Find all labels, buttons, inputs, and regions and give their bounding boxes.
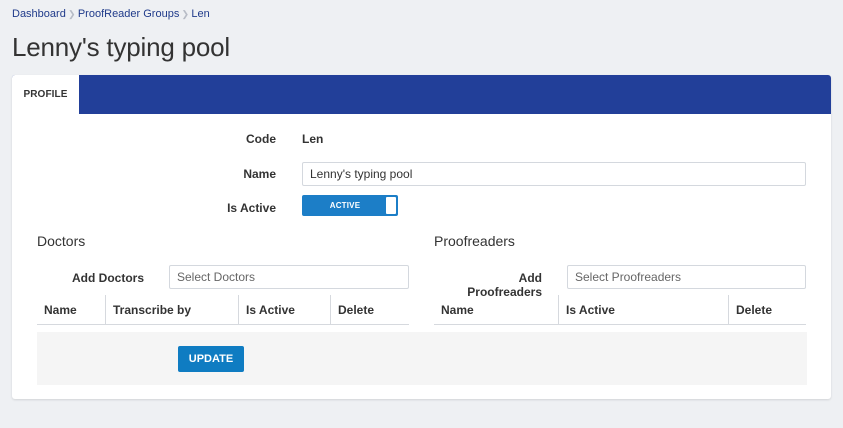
column-header-delete[interactable]: Delete (729, 295, 806, 325)
column-header-delete[interactable]: Delete (331, 295, 409, 325)
name-label: Name (243, 167, 276, 181)
column-header-transcribe-by[interactable]: Transcribe by (106, 295, 239, 325)
doctors-heading: Doctors (37, 233, 86, 249)
code-label: Code (246, 132, 276, 146)
toggle-state-text: ACTIVE (329, 201, 361, 210)
page-title: Lenny's typing pool (12, 32, 230, 62)
column-header-is-active[interactable]: Is Active (239, 295, 331, 325)
proofreaders-table-header: Name Is Active Delete (434, 295, 806, 325)
is-active-toggle[interactable]: ACTIVE (302, 195, 398, 216)
breadcrumb-link-proofreader-groups[interactable]: ProofReader Groups (78, 8, 180, 20)
breadcrumb-link-current[interactable]: Len (191, 8, 209, 20)
toggle-knob[interactable] (386, 197, 396, 214)
chevron-right-icon: ❯ (181, 8, 190, 19)
select-doctors-input[interactable] (169, 265, 409, 289)
doctors-table-header: Name Transcribe by Is Active Delete (37, 295, 409, 325)
select-proofreaders-input[interactable] (567, 265, 806, 289)
profile-panel: PROFILE Code Len Name Is Active ACTIVE D… (12, 75, 831, 399)
breadcrumb: Dashboard ❯ ProofReader Groups ❯ Len (12, 6, 210, 22)
column-header-name[interactable]: Name (37, 295, 106, 325)
name-input[interactable] (302, 162, 806, 186)
breadcrumb-link-dashboard[interactable]: Dashboard (12, 8, 66, 20)
form-footer: UPDATE (37, 332, 807, 385)
update-button[interactable]: UPDATE (178, 346, 244, 372)
proofreaders-heading: Proofreaders (434, 233, 515, 249)
tab-profile[interactable]: PROFILE (12, 75, 79, 114)
is-active-label: Is Active (227, 201, 276, 215)
column-header-is-active[interactable]: Is Active (559, 295, 729, 325)
add-doctors-label: Add Doctors (72, 271, 144, 285)
code-value: Len (302, 132, 324, 146)
tab-bar: PROFILE (12, 75, 831, 114)
column-header-name[interactable]: Name (434, 295, 559, 325)
chevron-right-icon: ❯ (68, 8, 76, 19)
